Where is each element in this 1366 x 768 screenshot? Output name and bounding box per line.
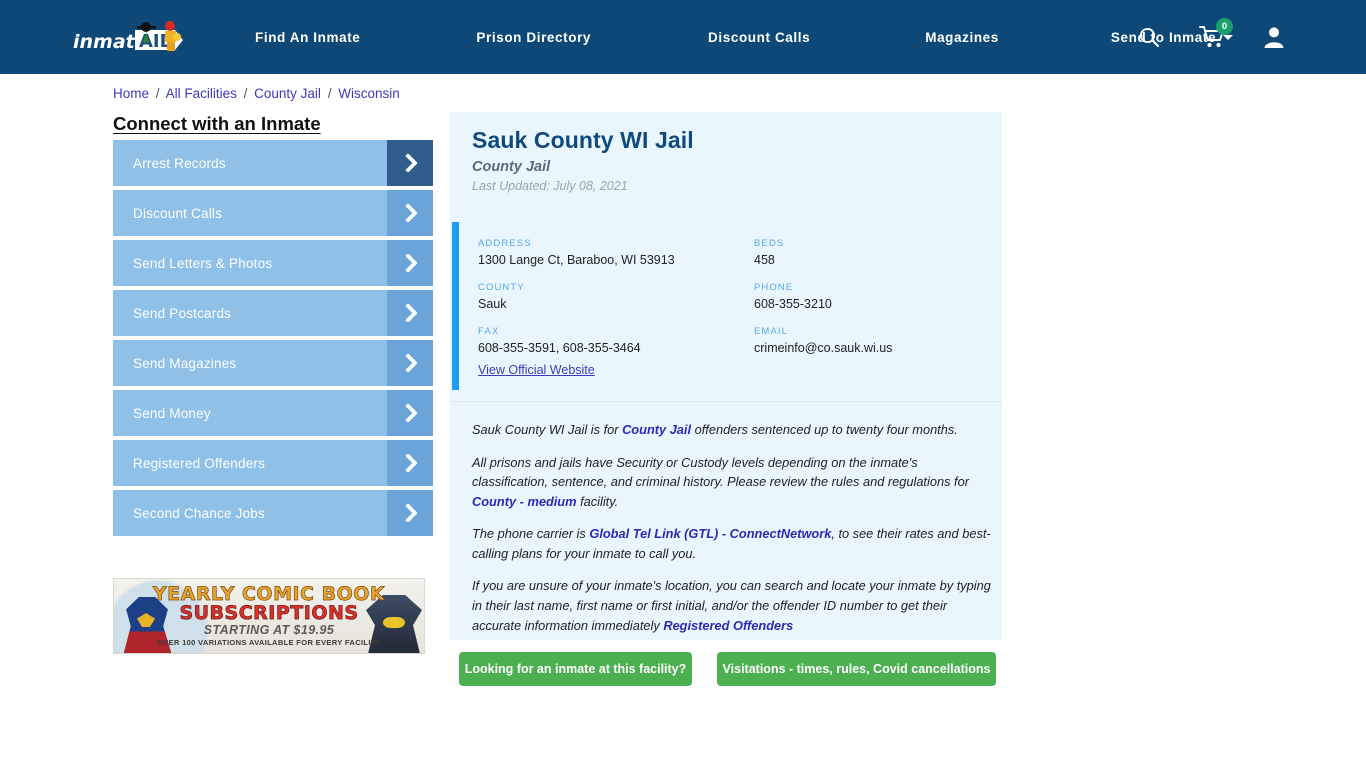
chevron-right-icon [387,490,433,536]
breadcrumb: Home / All Facilities / County Jail / Wi… [113,86,400,101]
desc-p1-link[interactable]: County Jail [622,422,691,437]
facility-county: COUNTY Sauk [478,282,754,311]
chevron-right-icon [387,440,433,486]
breadcrumb-separator: / [243,86,248,101]
nav-find-an-inmate[interactable]: Find An Inmate [255,30,360,45]
chevron-right-icon [387,290,433,336]
info-value: 1300 Lange Ct, Baraboo, WI 53913 [478,253,675,267]
sidebar-item-second-chance-jobs[interactable]: Second Chance Jobs [113,490,433,536]
ad-price-line: STARTING AT $19.95 [203,623,335,637]
facility-header: Sauk County WI Jail County Jail Last Upd… [472,127,694,193]
info-label: COUNTY [478,282,525,293]
desc-p1-text-b: offenders sentenced up to twenty four mo… [691,422,958,437]
desc-p3-link[interactable]: Global Tel Link (GTL) - ConnectNetwork [589,526,831,541]
sidebar-item-registered-offenders[interactable]: Registered Offenders [113,440,433,486]
facility-phone: PHONE 608-355-3210 [754,282,978,311]
breadcrumb-separator: / [327,86,332,101]
description-paragraph-1: Sauk County WI Jail is for County Jail o… [472,420,992,440]
view-official-website-link[interactable]: View Official Website [478,363,595,377]
breadcrumb-home[interactable]: Home [113,86,149,101]
info-accent-bar [452,222,459,390]
facility-type: County Jail [472,159,551,175]
inmate-aid-logo[interactable]: inmate AID [73,18,191,58]
user-account-icon[interactable] [1263,25,1285,49]
info-value: crimeinfo@co.sauk.wi.us [754,341,893,355]
sidebar-item-send-letters-photos[interactable]: Send Letters & Photos [113,240,433,286]
facility-description: Sauk County WI Jail is for County Jail o… [472,420,992,648]
facility-email: EMAIL crimeinfo@co.sauk.wi.us [754,326,978,355]
desc-p3-text-a: The phone carrier is [472,526,590,542]
desc-p4-link[interactable]: Registered Offenders [663,618,793,633]
description-paragraph-2: All prisons and jails have Security or C… [472,453,992,512]
nav-magazines[interactable]: Magazines [925,30,999,45]
chevron-right-icon [387,190,433,236]
info-value: 608-355-3591, 608-355-3464 [478,341,641,355]
nav-discount-calls[interactable]: Discount Calls [708,30,810,45]
desc-p1-text-a: Sauk County WI Jail is for [472,422,623,437]
sidebar-item-label: Registered Offenders [133,455,266,471]
sidebar-item-arrest-records[interactable]: Arrest Records [113,140,433,186]
desc-p2-text-a: All prisons and jails have Security or C… [472,454,969,490]
breadcrumb-county-jail[interactable]: County Jail [254,86,321,101]
info-label: EMAIL [754,326,789,337]
breadcrumb-all-facilities[interactable]: All Facilities [166,86,237,101]
description-paragraph-3: The phone carrier is Global Tel Link (GT… [472,524,992,563]
find-inmate-button[interactable]: Looking for an inmate at this facility? [459,652,692,686]
sidebar-item-label: Second Chance Jobs [133,505,265,521]
nav-prison-directory[interactable]: Prison Directory [476,30,591,45]
section-divider [450,401,1002,402]
sidebar-item-send-magazines[interactable]: Send Magazines [113,340,433,386]
comic-book-subscription-ad[interactable]: YEARLY COMIC BOOK SUBSCRIPTIONS STARTING… [113,578,425,654]
breadcrumb-separator: / [155,86,160,101]
info-value: 458 [754,253,775,267]
sidebar-item-label: Send Magazines [133,355,237,371]
facility-detail-card: Sauk County WI Jail County Jail Last Upd… [450,112,1002,640]
sidebar-item-label: Send Letters & Photos [133,255,273,271]
last-updated-text: Last Updated: July 08, 2021 [472,179,628,193]
sidebar-title: Connect with an Inmate [113,113,321,134]
info-label: PHONE [754,282,794,293]
description-paragraph-4: If you are unsure of your inmate's locat… [472,576,992,635]
breadcrumb-wisconsin[interactable]: Wisconsin [338,86,400,101]
info-label: FAX [478,326,500,337]
info-value: 608-355-3210 [754,297,832,311]
ad-subtext-line: OVER 100 VARIATIONS AVAILABLE FOR EVERY … [156,638,382,647]
sidebar-item-label: Send Postcards [133,305,232,321]
main-nav: Find An Inmate Prison Directory Discount… [255,0,1234,74]
sidebar-item-send-postcards[interactable]: Send Postcards [113,290,433,336]
shopping-cart-icon[interactable]: 0 [1199,18,1233,50]
facility-address: ADDRESS 1300 Lange Ct, Baraboo, WI 53913 [478,238,754,267]
facility-info-grid: ADDRESS 1300 Lange Ct, Baraboo, WI 53913… [478,238,978,355]
sidebar-item-label: Arrest Records [133,155,226,171]
desc-p2-link[interactable]: County - medium [472,494,577,509]
info-value: Sauk [478,297,507,311]
facility-fax: FAX 608-355-3591, 608-355-3464 [478,326,754,355]
chevron-right-icon [387,140,433,186]
sidebar-item-send-money[interactable]: Send Money [113,390,433,436]
sidebar-item-label: Send Money [133,405,211,421]
chevron-right-icon [387,390,433,436]
search-icon[interactable] [1138,26,1160,48]
info-label: BEDS [754,238,785,249]
sidebar-item-discount-calls[interactable]: Discount Calls [113,190,433,236]
sidebar-item-label: Discount Calls [133,205,223,221]
sidebar-menu: Arrest Records Discount Calls Send Lette… [113,140,433,540]
visitations-button[interactable]: Visitations - times, rules, Covid cancel… [717,652,996,686]
site-header: inmate AID Find An Inmate Prison Directo… [0,0,1366,74]
cart-count-badge: 0 [1216,18,1233,35]
ad-headline-line2: SUBSCRIPTIONS [179,602,359,625]
chevron-right-icon [387,340,433,386]
desc-p2-text-b: facility. [576,493,619,509]
info-label: ADDRESS [478,238,532,249]
page-title: Sauk County WI Jail [472,127,694,153]
facility-beds: BEDS 458 [754,238,978,267]
chevron-right-icon [387,240,433,286]
